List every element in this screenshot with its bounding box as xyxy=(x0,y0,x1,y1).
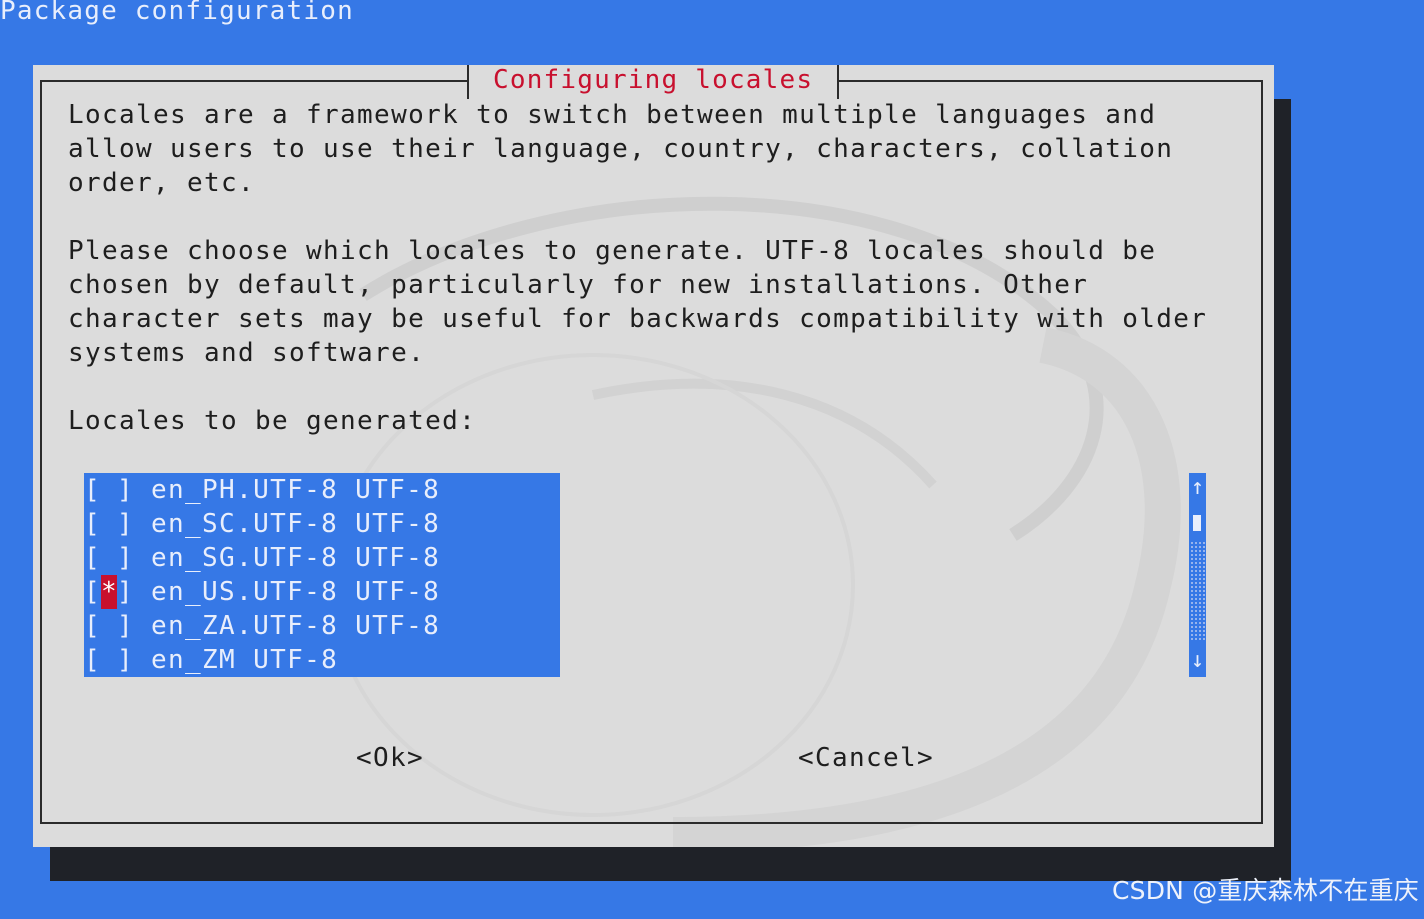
locale-row-en-za[interactable]: [ ] en_ZA.UTF-8 UTF-8 xyxy=(84,609,560,643)
instructions-paragraph: Please choose which locales to generate.… xyxy=(68,236,1208,368)
locale-name: en_US.UTF-8 UTF-8 xyxy=(151,577,441,607)
scroll-up-arrow-icon[interactable]: ↑ xyxy=(1189,475,1206,501)
locale-checkbox[interactable]: [ ] xyxy=(84,609,134,643)
locales-dialog: Configuring locales Locales are a framew… xyxy=(33,65,1274,847)
locale-checkbox[interactable]: [ ] xyxy=(84,507,134,541)
checkbox-mark xyxy=(101,541,117,575)
locale-checkbox[interactable]: [ ] xyxy=(84,541,134,575)
checkbox-mark xyxy=(101,609,117,643)
intro-paragraph: Locales are a framework to switch betwee… xyxy=(68,100,1174,198)
locale-name: en_PH.UTF-8 UTF-8 xyxy=(151,475,441,505)
locale-row-en-zm[interactable]: [ ] en_ZM UTF-8 xyxy=(84,643,560,677)
cancel-button[interactable]: <Cancel> xyxy=(798,741,934,775)
locale-row-en-sc[interactable]: [ ] en_SC.UTF-8 UTF-8 xyxy=(84,507,560,541)
scrollbar-thumb[interactable] xyxy=(1193,515,1201,531)
locale-row-en-sg[interactable]: [ ] en_SG.UTF-8 UTF-8 xyxy=(84,541,560,575)
dialog-title: Configuring locales xyxy=(467,65,840,99)
locale-checkbox[interactable]: [ ] xyxy=(84,473,134,507)
package-config-backtitle: Package configuration xyxy=(0,0,354,26)
locale-name: en_ZA.UTF-8 UTF-8 xyxy=(151,611,441,641)
locale-name: en_SC.UTF-8 UTF-8 xyxy=(151,509,441,539)
locale-row-en-ph[interactable]: [ ] en_PH.UTF-8 UTF-8 xyxy=(84,473,560,507)
locale-name: en_ZM UTF-8 xyxy=(151,645,339,675)
locales-list-label: Locales to be generated: xyxy=(68,406,477,436)
checkbox-mark xyxy=(101,507,117,541)
locale-name: en_SG.UTF-8 UTF-8 xyxy=(151,543,441,573)
checkbox-mark xyxy=(101,473,117,507)
csdn-credit-watermark: CSDN @重庆森林不在重庆 xyxy=(1111,876,1419,905)
checkbox-mark-checked: * xyxy=(101,575,119,609)
ok-button[interactable]: <Ok> xyxy=(356,741,424,775)
scrollbar-track[interactable] xyxy=(1190,541,1205,641)
locales-checklist[interactable]: [ ] en_PH.UTF-8 UTF-8 [ ] en_SC.UTF-8 UT… xyxy=(84,473,560,677)
scroll-down-arrow-icon[interactable]: ↓ xyxy=(1189,648,1206,674)
locale-checkbox[interactable]: [ ] xyxy=(84,643,134,677)
checkbox-mark xyxy=(101,643,117,677)
locale-row-en-us[interactable]: [*] en_US.UTF-8 UTF-8 xyxy=(84,575,560,609)
locales-scrollbar[interactable]: ↑ ↓ xyxy=(1189,473,1206,677)
locale-checkbox-checked[interactable]: [*] xyxy=(84,575,134,609)
